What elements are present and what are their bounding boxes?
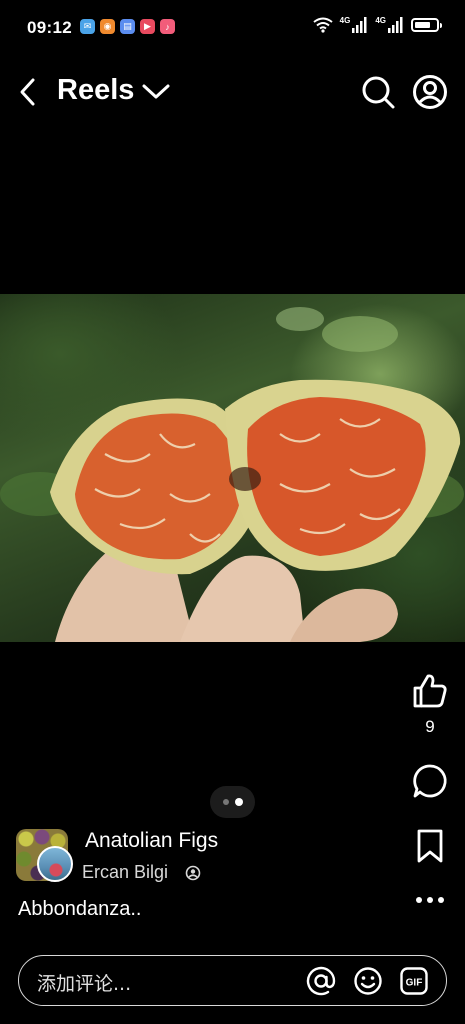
group-name[interactable]: Anatolian Figs: [85, 829, 218, 853]
status-app-icons: ✉ ◉ ▤ ▶ ♪: [80, 19, 175, 34]
comment-icon[interactable]: [412, 763, 448, 799]
fig-photo: [0, 307, 464, 642]
camera-app-icon: ◉: [100, 19, 115, 34]
wifi-icon: [313, 17, 333, 33]
chevron-down-icon[interactable]: [141, 82, 171, 102]
profile-icon[interactable]: [412, 74, 448, 110]
like-count: 9: [425, 717, 435, 736]
user-avatar[interactable]: [37, 846, 73, 882]
page-title[interactable]: Reels: [57, 74, 134, 107]
page-dot-active: [234, 798, 243, 806]
signal-icon: [388, 17, 403, 33]
svg-text:GIF: GIF: [406, 978, 423, 989]
page-dot: [222, 799, 229, 805]
author-name[interactable]: Ercan Bilgi: [82, 862, 168, 883]
network-label-2: 4G: [375, 16, 386, 25]
files-app-icon: ▤: [120, 19, 135, 34]
status-time: 09:12: [27, 18, 72, 37]
more-options-icon[interactable]: [414, 893, 446, 907]
mail-app-icon: ✉: [80, 19, 95, 34]
signal-icon: [352, 17, 367, 33]
mention-icon[interactable]: [306, 966, 336, 996]
comment-placeholder[interactable]: 添加评论...: [37, 969, 131, 996]
search-icon[interactable]: [360, 74, 396, 110]
reel-media[interactable]: [0, 294, 465, 642]
bookmark-icon[interactable]: [414, 828, 446, 864]
status-indicators: 4G 4G: [313, 16, 442, 33]
post-caption: Abbondanza..: [18, 898, 142, 920]
like-icon[interactable]: [411, 672, 449, 710]
video-app-icon: ▶: [140, 19, 155, 34]
network-label-1: 4G: [339, 16, 351, 25]
profile-badge-icon: [185, 865, 201, 881]
media-page-indicator: [210, 786, 255, 818]
gif-icon[interactable]: GIF: [400, 967, 428, 995]
battery-icon: [411, 18, 442, 32]
music-app-icon: ♪: [160, 19, 175, 34]
emoji-icon[interactable]: [353, 966, 383, 996]
battery-level: [415, 22, 430, 28]
back-arrow-icon[interactable]: [18, 77, 38, 107]
